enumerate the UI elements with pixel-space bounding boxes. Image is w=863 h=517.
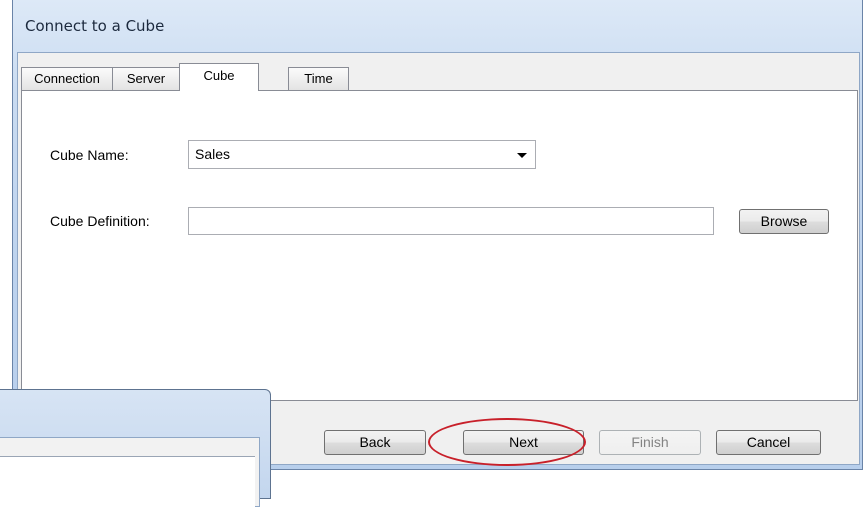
cube-name-label: Cube Name: bbox=[50, 147, 129, 163]
background-window-fragment bbox=[0, 389, 271, 517]
next-button[interactable]: Next bbox=[463, 430, 584, 455]
tab-time[interactable]: Time bbox=[288, 67, 349, 90]
tab-connection[interactable]: Connection bbox=[21, 67, 113, 90]
cancel-button[interactable]: Cancel bbox=[716, 430, 821, 455]
back-button[interactable]: Back bbox=[324, 430, 426, 455]
cube-definition-input[interactable] bbox=[188, 207, 714, 235]
browse-button[interactable]: Browse bbox=[739, 209, 829, 234]
cube-name-dropdown[interactable]: Sales bbox=[188, 140, 536, 169]
cube-name-value: Sales bbox=[195, 146, 231, 162]
chevron-down-icon[interactable] bbox=[517, 153, 527, 158]
dialog-title: Connect to a Cube bbox=[25, 17, 165, 35]
cube-definition-label: Cube Definition: bbox=[50, 213, 150, 229]
tab-cube[interactable]: Cube bbox=[179, 63, 259, 91]
cube-tab-panel: Cube Name: Sales Cube Definition: Browse bbox=[21, 90, 858, 401]
finish-button[interactable]: Finish bbox=[599, 430, 701, 455]
background-window-content bbox=[0, 456, 255, 517]
background-window-client bbox=[0, 437, 260, 517]
tab-server[interactable]: Server bbox=[112, 67, 180, 90]
